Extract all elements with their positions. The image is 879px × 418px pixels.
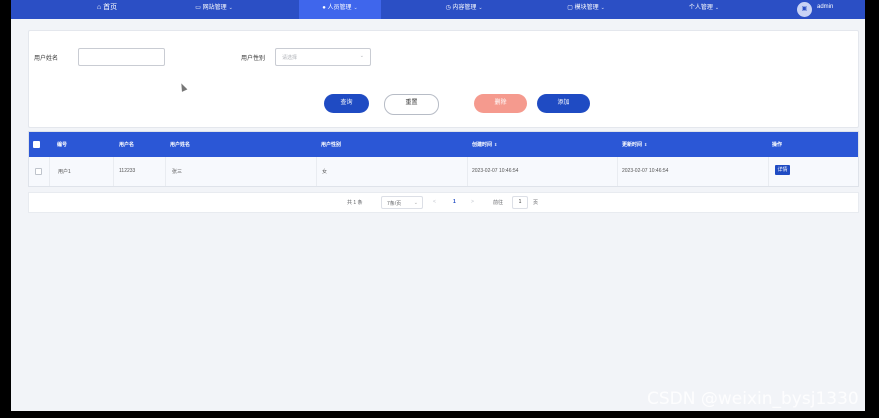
nav-personnel-management[interactable]: ● 人员管理 ⌄: [299, 0, 381, 19]
sort-icon[interactable]: ⇕: [644, 142, 647, 147]
user-name[interactable]: admin: [817, 4, 833, 10]
username-label: 用户姓名: [34, 56, 59, 62]
header-gender: 用户性别: [321, 142, 342, 148]
column-divider: [49, 157, 50, 186]
query-button[interactable]: 查询: [324, 94, 369, 113]
column-divider: [165, 157, 166, 186]
top-navigation: ⌂ 首页 ▭ 网站管理 ⌄ ● 人员管理 ⌄ ◷ 内容管理 ⌄ ▢ 模块管理 ⌄ 个人管…: [11, 0, 865, 19]
page-number[interactable]: 1: [453, 199, 456, 205]
gender-select[interactable]: 请选择 ⌄: [275, 48, 371, 66]
column-divider: [768, 157, 769, 186]
username-input[interactable]: [78, 48, 165, 66]
page-unit-label: 页: [533, 200, 539, 206]
cell-updated: 2023-02-07 10:46:54: [622, 168, 669, 174]
header-username: 用户名: [119, 142, 135, 148]
nav-module-management[interactable]: ▢ 模块管理 ⌄: [551, 0, 621, 19]
chevron-down-icon: ⌄: [359, 53, 364, 59]
cell-id: 用户1: [58, 169, 71, 175]
search-panel: 用户姓名 用户性别 请选择 ⌄ 查询 重置 删除 添加: [28, 30, 859, 128]
data-table: 编号 用户名 用户姓名 用户性别 创建时间 ⇕ 更新时间 ⇕ 操作 用户1 1122…: [28, 131, 859, 187]
app-window: ⌂ 首页 ▭ 网站管理 ⌄ ● 人员管理 ⌄ ◷ 内容管理 ⌄ ▢ 模块管理 ⌄ 个人管…: [11, 0, 865, 411]
cell-realname: 张三: [172, 169, 183, 175]
column-divider: [113, 157, 114, 186]
watermark-text: CSDN @weixin_bysj1330: [647, 389, 859, 409]
add-button[interactable]: 添加: [537, 94, 590, 113]
goto-label: 前往: [493, 200, 504, 206]
chevron-down-icon: ⌄: [714, 5, 720, 11]
copy-icon: ▢: [567, 5, 575, 11]
header-realname: 用户姓名: [170, 142, 191, 148]
nav-personal-management[interactable]: 个人管理 ⌄: [673, 0, 735, 19]
chevron-down-icon: ⌄: [478, 5, 483, 11]
goto-page-input[interactable]: 1: [512, 196, 528, 209]
cell-username: 112233: [119, 168, 136, 174]
column-divider: [617, 157, 618, 186]
nav-content-management[interactable]: ◷ 内容管理 ⌄: [429, 0, 499, 19]
row-checkbox[interactable]: [35, 168, 42, 175]
header-id: 编号: [57, 142, 68, 148]
detail-button[interactable]: 详情: [775, 165, 790, 175]
gender-label: 用户性别: [241, 56, 266, 62]
header-created[interactable]: 创建时间 ⇕: [472, 141, 497, 148]
nav-home[interactable]: ⌂ 首页: [77, 0, 137, 19]
monitor-icon: ▭: [195, 5, 203, 11]
header-actions: 操作: [772, 142, 783, 148]
column-divider: [467, 157, 468, 186]
avatar-icon: ▣: [801, 6, 808, 12]
cell-created: 2023-02-07 10:46:54: [472, 168, 519, 174]
chevron-down-icon: ⌄: [413, 200, 418, 206]
mouse-cursor-icon: [178, 82, 188, 92]
gender-placeholder: 请选择: [282, 55, 298, 61]
select-all-checkbox[interactable]: [33, 141, 40, 148]
header-updated[interactable]: 更新时间 ⇕: [622, 141, 647, 148]
table-row: 用户1 112233 张三 女 2023-02-07 10:46:54 2023…: [29, 157, 858, 186]
chevron-down-icon: ⌄: [228, 5, 233, 11]
reset-button[interactable]: 重置: [384, 94, 439, 115]
pagination: 共 1 条 7条/页 ⌄ < 1 > 前往 1 页: [28, 192, 859, 213]
chevron-down-icon: ⌄: [600, 5, 605, 11]
avatar[interactable]: ▣: [797, 2, 812, 17]
table-header: 编号 用户名 用户姓名 用户性别 创建时间 ⇕ 更新时间 ⇕ 操作: [29, 132, 858, 157]
column-divider: [316, 157, 317, 186]
next-page-button[interactable]: >: [471, 199, 474, 205]
sort-icon[interactable]: ⇕: [494, 142, 497, 147]
page-size-select[interactable]: 7条/页 ⌄: [381, 196, 423, 209]
nav-site-management[interactable]: ▭ 网站管理 ⌄: [179, 0, 249, 19]
cell-gender: 女: [322, 169, 328, 175]
chevron-down-icon: ⌄: [353, 5, 358, 11]
delete-button[interactable]: 删除: [474, 94, 527, 113]
pagination-total: 共 1 条: [347, 200, 363, 206]
prev-page-button[interactable]: <: [433, 199, 436, 205]
